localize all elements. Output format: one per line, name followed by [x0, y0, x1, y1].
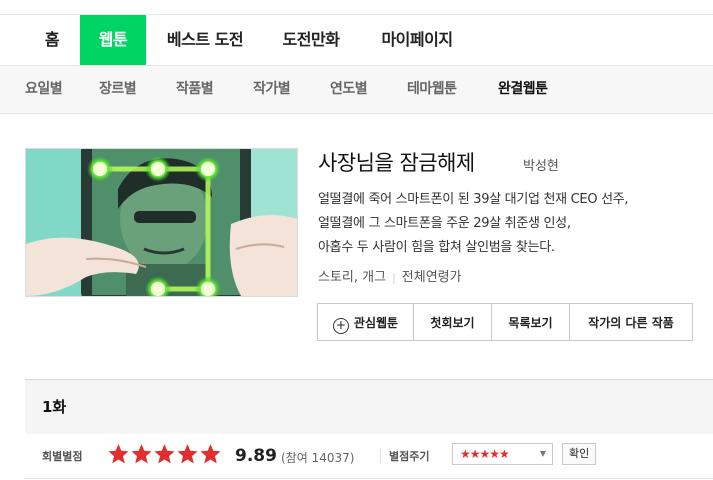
subnav-theme[interactable]: 테마웹툰 — [407, 66, 457, 113]
subnav-completed[interactable]: 완결웹툰 — [498, 66, 548, 113]
main-nav: 홈 웹툰 베스트 도전 도전만화 마이페이지 — [0, 15, 713, 66]
comic-action-buttons: + 관심웹툰 첫회보기 목록보기 작가의 다른 작품 — [317, 303, 693, 341]
give-rating-label: 별점주기 — [389, 450, 430, 463]
chevron-down-icon: ▼ — [539, 449, 546, 458]
selected-stars: ★★★★★ — [460, 447, 510, 461]
nav-mypage[interactable]: 마이페이지 — [372, 15, 462, 65]
comic-genre-info: 스토리, 개그 | 전체연령가 — [318, 266, 462, 285]
episode-header: 1화 — [25, 379, 713, 434]
sub-nav: 요일별 장르별 작품별 작가별 연도별 테마웹툰 완결웹툰 — [0, 66, 713, 114]
star-icon — [177, 443, 198, 464]
subnav-author[interactable]: 작가별 — [253, 66, 291, 113]
comic-genre: 스토리, 개그 — [318, 270, 387, 285]
episode-title: 1화 — [42, 398, 67, 416]
plus-icon: + — [332, 318, 349, 334]
rating-row: 회별별점 9.89 (참여 14037) 별점주기 ★★★★★ ▼ 확인 — [25, 434, 713, 479]
star-icon — [131, 443, 152, 464]
comic-age-rating: 전체연령가 — [401, 270, 462, 285]
subnav-genre[interactable]: 장르별 — [99, 66, 137, 113]
author-other-works-button[interactable]: 작가의 다른 작품 — [569, 303, 693, 341]
favorite-button[interactable]: + 관심웹툰 — [317, 303, 414, 341]
comic-author[interactable]: 박성현 — [523, 155, 559, 174]
comic-thumbnail-image — [26, 149, 297, 296]
favorite-button-label: 관심웹툰 — [353, 316, 399, 330]
star-icon — [108, 443, 129, 464]
episode-list-button[interactable]: 목록보기 — [491, 303, 570, 341]
comic-title: 사장님을 잠금해제 — [318, 151, 475, 175]
subnav-weekday[interactable]: 요일별 — [25, 66, 63, 113]
synopsis-line: 아홉수 두 사람이 힘을 합쳐 살인범을 찾는다. — [318, 240, 555, 255]
star-rating-select[interactable]: ★★★★★ ▼ — [452, 443, 553, 465]
rating-participants: (참여 14037) — [281, 451, 355, 465]
top-strip — [0, 0, 713, 15]
first-episode-button[interactable]: 첫회보기 — [413, 303, 492, 341]
rating-stars — [107, 442, 222, 466]
comic-synopsis: 얼떨결에 죽어 스마트폰이 된 39살 대기업 천재 CEO 선주, 얼떨결에 … — [318, 188, 713, 260]
nav-challenge[interactable]: 도전만화 — [276, 15, 346, 65]
divider — [380, 449, 381, 463]
rating-score: 9.89 — [235, 446, 277, 466]
subnav-year[interactable]: 연도별 — [330, 66, 368, 113]
nav-home[interactable]: 홈 — [37, 15, 67, 65]
nav-webtoon[interactable]: 웹툰 — [80, 15, 146, 65]
synopsis-line: 얼떨결에 그 스마트폰을 주운 29살 취준생 인성, — [318, 216, 571, 231]
confirm-rating-button[interactable]: 확인 — [562, 443, 597, 465]
subnav-title[interactable]: 작품별 — [176, 66, 214, 113]
episode-rating-label: 회별별점 — [42, 450, 83, 463]
divider: | — [392, 271, 396, 284]
synopsis-line: 얼떨결에 죽어 스마트폰이 된 39살 대기업 천재 CEO 선주, — [318, 192, 629, 207]
star-icon — [154, 443, 175, 464]
star-icon — [200, 443, 221, 464]
comic-thumbnail[interactable] — [25, 148, 298, 297]
nav-best-challenge[interactable]: 베스트 도전 — [160, 15, 250, 65]
